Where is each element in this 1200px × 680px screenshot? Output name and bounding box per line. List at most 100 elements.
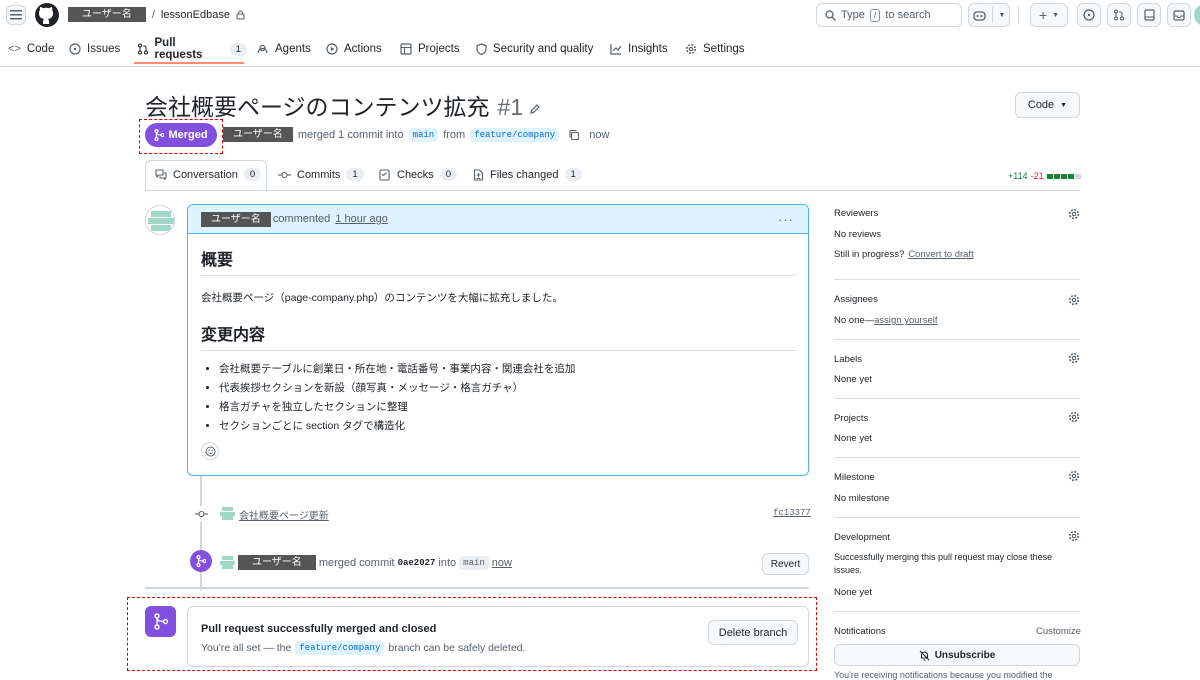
merge-event-time[interactable]: now: [492, 557, 512, 569]
gear-icon[interactable]: [1068, 530, 1080, 542]
head-branch[interactable]: feature/company: [470, 127, 560, 142]
tab-insights[interactable]: Insights: [610, 34, 670, 64]
merge-target-branch[interactable]: main: [459, 555, 489, 570]
revert-button[interactable]: Revert: [762, 553, 809, 575]
gear-icon[interactable]: [1068, 470, 1080, 482]
search-placeholder-prefix: Type: [841, 9, 865, 21]
comment-avatar[interactable]: [145, 205, 175, 235]
comment-heading-2: 変更内容: [201, 321, 796, 351]
comment-author[interactable]: ユーザー名: [201, 211, 271, 227]
kebab-icon[interactable]: ···: [778, 212, 794, 227]
assignees-title[interactable]: Assignees: [834, 294, 878, 305]
tab-conversation[interactable]: Conversation 0: [155, 168, 262, 181]
merge-event-marker: [190, 550, 212, 572]
git-commit-icon: [278, 171, 291, 178]
code-icon: <>: [8, 43, 21, 55]
customize-link[interactable]: Customize: [1036, 626, 1081, 637]
highlight-box-merged: [139, 119, 223, 154]
gear-icon[interactable]: [1068, 208, 1080, 220]
projects-title[interactable]: Projects: [834, 413, 868, 424]
merge-avatar[interactable]: [220, 555, 235, 570]
tab-count: 0: [439, 168, 457, 181]
tab-files-changed[interactable]: Files changed 1: [473, 168, 582, 181]
development-title[interactable]: Development: [834, 532, 890, 543]
github-logo-icon[interactable]: [35, 3, 59, 27]
tab-label: Projects: [418, 43, 460, 55]
list-item: セクションごとに section タグで構造化: [219, 417, 796, 436]
tab-active-underline: [134, 62, 244, 64]
copilot-button[interactable]: ▼: [968, 3, 1010, 27]
issue-opened-icon: [1083, 9, 1095, 21]
commit-avatar[interactable]: [220, 506, 235, 521]
tab-security[interactable]: Security and quality: [476, 34, 596, 64]
comment-time[interactable]: 1 hour ago: [335, 213, 388, 225]
chevron-down-icon: ▼: [998, 11, 1006, 19]
repos-button[interactable]: [1137, 3, 1161, 27]
git-commit-icon: [194, 510, 208, 518]
tab-actions[interactable]: Actions: [326, 34, 386, 64]
avatar[interactable]: [1194, 4, 1200, 26]
base-branch[interactable]: main: [408, 127, 439, 142]
tab-code[interactable]: <> Code: [8, 34, 68, 64]
projects-value: None yet: [834, 433, 873, 444]
merge-time: now: [589, 128, 610, 141]
commit-sha[interactable]: fc13377: [773, 508, 811, 518]
shield-icon: [476, 43, 487, 55]
issues-button[interactable]: [1077, 3, 1101, 27]
tab-pull-requests[interactable]: Pull requests 1: [137, 34, 247, 64]
repo-name[interactable]: lessonEdbase: [161, 9, 230, 21]
pull-requests-button[interactable]: [1107, 3, 1131, 27]
tab-label: Code: [26, 43, 55, 55]
inbox-button[interactable]: [1167, 3, 1191, 27]
tab-label: Security and quality: [493, 43, 594, 55]
repo-owner[interactable]: ユーザー名: [68, 7, 146, 22]
tab-label: Files changed: [490, 168, 559, 181]
merge-event-text: merged commit: [318, 556, 395, 569]
merge-commit-sha[interactable]: 0ae2027: [398, 558, 436, 568]
tab-projects[interactable]: Projects: [400, 34, 465, 64]
menu-button[interactable]: [6, 5, 26, 25]
notifications-note: You're receiving notifications because y…: [834, 670, 1053, 680]
code-dropdown-button[interactable]: Code ▼: [1015, 92, 1080, 118]
development-value: None yet: [834, 587, 873, 598]
gear-icon[interactable]: [1068, 352, 1080, 364]
search-icon: [825, 9, 836, 21]
milestone-title[interactable]: Milestone: [834, 472, 875, 483]
merged-text: merged 1 commit into: [297, 128, 404, 141]
search-input[interactable]: Type / to search: [816, 3, 962, 27]
tab-agents[interactable]: Agents: [256, 34, 316, 64]
merge-author[interactable]: ユーザー名: [238, 555, 316, 570]
search-placeholder-suffix: to search: [885, 9, 931, 21]
unsubscribe-button[interactable]: Unsubscribe: [834, 644, 1080, 666]
convert-to-draft-link[interactable]: Convert to draft: [908, 249, 973, 260]
pr-author[interactable]: ユーザー名: [223, 127, 293, 142]
tab-count: 1: [346, 168, 364, 181]
tab-settings[interactable]: Settings: [685, 34, 745, 64]
commit-message[interactable]: 会社概要ページ更新: [239, 507, 329, 522]
tab-issues[interactable]: Issues: [69, 34, 129, 64]
labels-title[interactable]: Labels: [834, 354, 862, 365]
tab-count: 1: [564, 168, 582, 181]
tab-count: 0: [243, 168, 262, 181]
unsubscribe-label: Unsubscribe: [934, 649, 996, 661]
comment-header: ユーザー名 commented 1 hour ago ···: [188, 205, 808, 234]
tab-checks[interactable]: Checks 0: [379, 168, 457, 181]
gear-icon[interactable]: [1068, 411, 1080, 423]
tab-commits[interactable]: Commits 1: [278, 168, 364, 181]
from-text: from: [443, 128, 466, 141]
code-button-label: Code: [1027, 99, 1055, 111]
reviewers-title[interactable]: Reviewers: [834, 208, 878, 219]
agent-icon: [257, 44, 268, 53]
reviewers-value: No reviews: [834, 229, 881, 240]
copy-icon[interactable]: [568, 129, 580, 141]
gear-icon[interactable]: [1068, 294, 1080, 306]
create-new-button[interactable]: + ▼: [1030, 3, 1068, 27]
diff-deletions: -21: [1030, 171, 1044, 181]
add-reaction-button[interactable]: [201, 442, 219, 460]
assign-yourself-link[interactable]: assign yourself: [874, 315, 937, 326]
comment-body: 概要 会社概要ページ（page-company.php）のコンテンツを大幅に拡充…: [188, 234, 808, 460]
table-icon: [400, 43, 412, 55]
tab-label: Settings: [703, 43, 745, 55]
highlight-box-merged-panel: [127, 597, 817, 671]
pencil-icon[interactable]: [529, 103, 541, 115]
